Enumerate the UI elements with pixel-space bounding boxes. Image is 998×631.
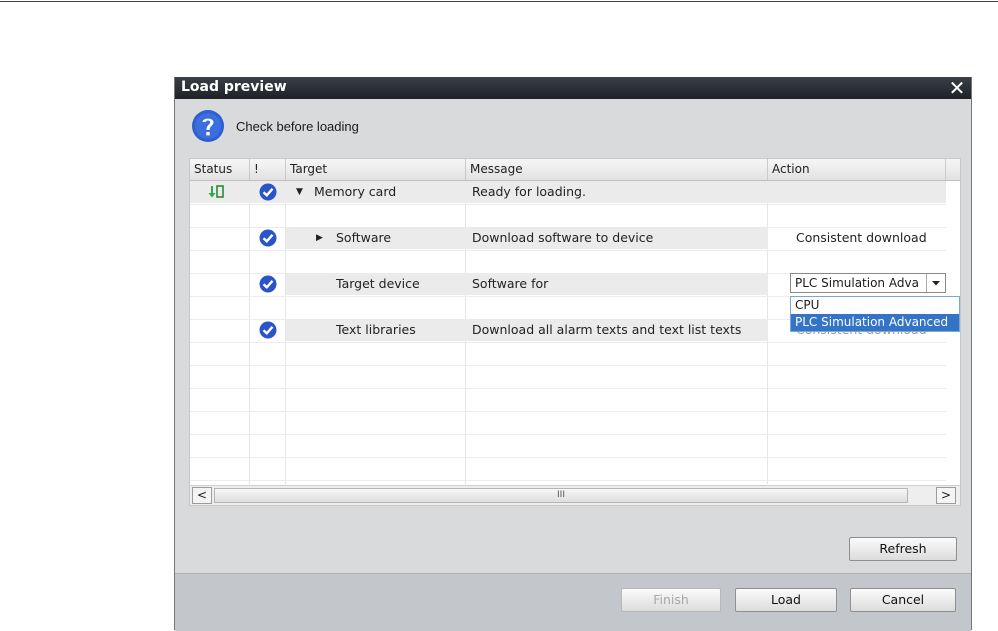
check-icon: [259, 321, 277, 339]
row-divider: [190, 204, 946, 205]
dropdown-option-cpu[interactable]: CPU: [791, 297, 959, 314]
message-cell: Software for: [472, 276, 549, 291]
row-divider: [190, 365, 946, 366]
header-text: Check before loading: [236, 119, 359, 134]
question-icon: [192, 110, 224, 142]
expand-arrow-icon[interactable]: ▼: [296, 181, 303, 203]
row-divider: [190, 457, 946, 458]
load-button[interactable]: Load: [735, 588, 837, 612]
dialog-title: Load preview: [181, 79, 287, 95]
action-cell[interactable]: Consistent download: [796, 227, 927, 249]
refresh-button[interactable]: Refresh: [849, 537, 957, 561]
dropdown-options-list: CPU PLC Simulation Advanced: [790, 296, 960, 332]
row-divider: [190, 388, 946, 389]
check-icon: [259, 229, 277, 247]
table-row[interactable]: ▶ Software Download software to device C…: [190, 227, 960, 250]
cancel-button[interactable]: Cancel: [850, 588, 956, 612]
row-divider: [190, 342, 946, 343]
target-cell: Text libraries: [336, 322, 416, 337]
scroll-left-button[interactable]: <: [192, 487, 212, 504]
software-for-select[interactable]: PLC Simulation Adva: [790, 273, 946, 293]
top-separator-line: [0, 1, 998, 2]
message-cell: Ready for loading.: [472, 184, 586, 199]
table-header-row: Status ! Target Message Action: [190, 159, 960, 181]
row-divider: [190, 411, 946, 412]
row-divider: [190, 434, 946, 435]
target-cell: Software: [336, 230, 392, 245]
collapse-arrow-icon[interactable]: ▶: [316, 227, 323, 249]
horizontal-scrollbar[interactable]: < III >: [190, 485, 960, 505]
check-icon: [259, 275, 277, 293]
dropdown-option-plc-simulation-advanced[interactable]: PLC Simulation Advanced: [791, 314, 959, 331]
finish-button[interactable]: Finish: [621, 588, 721, 612]
download-icon: [208, 185, 224, 198]
column-header-target[interactable]: Target: [286, 159, 466, 180]
chevron-down-icon[interactable]: [926, 274, 945, 292]
load-preview-dialog: Load preview ✕ Check before loading Stat…: [174, 77, 972, 631]
load-preview-table: Status ! Target Message Action ▼ Memory …: [189, 158, 961, 506]
close-icon[interactable]: ✕: [947, 78, 967, 98]
scroll-thumb[interactable]: III: [214, 488, 908, 503]
table-row[interactable]: ▼ Memory card Ready for loading.: [190, 181, 960, 204]
select-value: PLC Simulation Adva: [795, 276, 919, 290]
message-cell: Download all alarm texts and text list t…: [472, 322, 742, 337]
row-divider: [190, 250, 946, 251]
dialog-footer: Finish Load Cancel: [175, 573, 971, 631]
column-header-action[interactable]: Action: [768, 159, 946, 180]
check-icon: [259, 183, 277, 201]
row-divider: [190, 480, 946, 481]
target-cell: Target device: [336, 276, 420, 291]
dialog-titlebar[interactable]: Load preview ✕: [175, 77, 971, 99]
column-header-status[interactable]: Status: [190, 159, 250, 180]
column-header-flag[interactable]: !: [250, 159, 286, 180]
column-header-message[interactable]: Message: [466, 159, 768, 180]
target-cell: Memory card: [314, 184, 397, 199]
message-cell: Download software to device: [472, 230, 654, 245]
scroll-right-button[interactable]: >: [936, 487, 956, 504]
